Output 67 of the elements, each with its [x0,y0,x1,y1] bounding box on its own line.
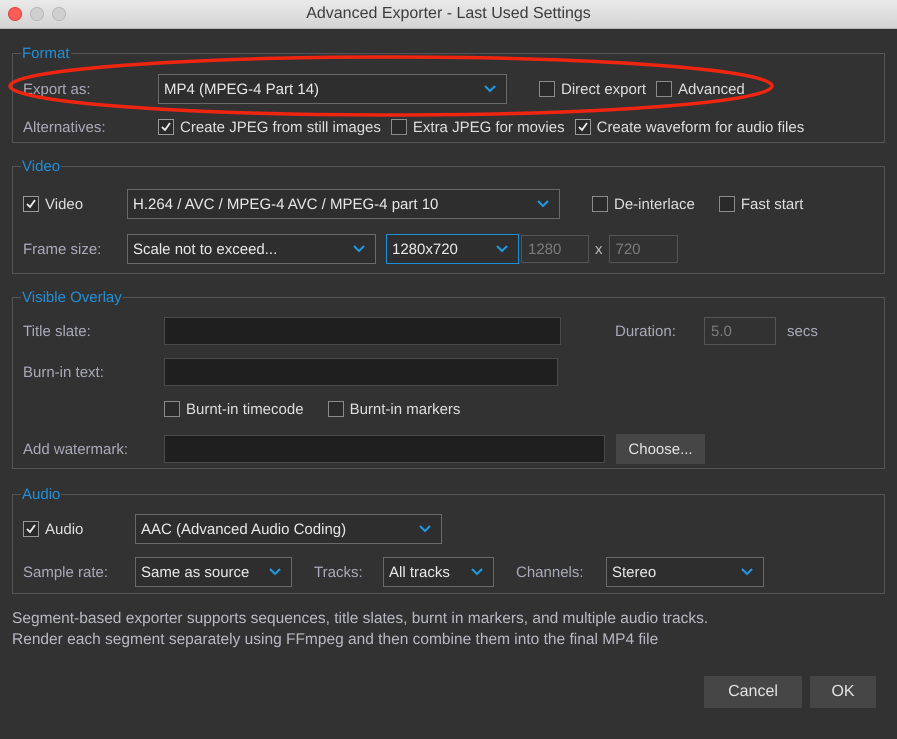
title-slate-field[interactable] [164,317,561,345]
group-legend: Format [21,45,71,62]
chevron-icon [471,568,483,576]
field-label: Duration: [615,322,677,340]
field-label: Sample rate: [23,564,110,580]
checkbox-label: Burnt-in markers [350,400,460,418]
checkbox[interactable] [23,196,39,212]
times-label: x [595,240,602,258]
chevron-icon [353,245,365,253]
checkbox-label: Burnt-in timecode [186,400,304,418]
group-legend: Audio [21,486,62,503]
dialog-button[interactable]: Cancel [704,676,802,708]
checkbox-label: Audio [45,520,84,538]
checkbox[interactable] [656,81,672,97]
close-icon[interactable] [8,7,22,21]
chevron-icon [419,525,431,533]
checkbox-label: Create JPEG from still images [180,118,381,136]
burn-in-field[interactable] [164,358,558,386]
group-legend: Visible Overlay [21,289,123,306]
checkmark-icon [576,121,589,133]
checkbox[interactable] [539,81,555,97]
dialog-button[interactable]: OK [810,676,876,708]
checkbox[interactable] [390,119,407,135]
codec-dropdown[interactable]: H.264 / AVC / MPEG-4 AVC / MPEG-4 part 10 [127,189,560,219]
chevron-icon [484,85,496,93]
checkbox-label: Advanced [678,80,745,98]
frame-size-dropdown[interactable]: Scale not to exceed... [127,234,376,264]
unit-label: secs [787,322,818,340]
checkmark-icon [160,121,172,133]
channels-dropdown[interactable]: Stereo [606,557,764,587]
checkbox-label: De-interlace [614,196,695,212]
chevron-icon [496,245,508,253]
checkbox[interactable] [23,521,39,537]
watermark-field[interactable] [164,435,605,463]
field-label: Title slate: [23,322,92,340]
checkbox[interactable] [164,401,180,417]
resolution-dropdown[interactable]: 1280x720 [386,234,519,264]
checkbox[interactable] [592,196,608,212]
audio-codec-dropdown[interactable]: AAC (Advanced Audio Coding) [135,514,442,544]
checkbox[interactable] [158,119,174,135]
chevron-icon [269,568,281,576]
checkbox-label: Video [45,196,84,212]
checkbox-label: Create waveform for audio files [596,118,804,136]
window-title: Advanced Exporter - Last Used Settings [305,5,592,23]
checkmark-icon [25,198,37,210]
sample-rate-dropdown[interactable]: Same as source [135,557,292,587]
format-dropdown[interactable]: MP4 (MPEG-4 Part 14) [158,74,507,104]
field-label: Add watermark: [23,440,130,458]
checkbox-label: Fast start [740,196,804,212]
description-text: Render each segment separately using FFmpeg and then combine them into the final MP4 file [12,630,660,650]
field-label: Tracks: [314,564,364,580]
group-legend: Video [21,158,62,175]
checkbox[interactable] [328,401,344,417]
checkbox-label: Direct export [561,80,646,98]
choose-button[interactable]: Choose... [616,434,705,464]
field-label: Channels: [516,564,585,580]
field-label: Frame size: [23,240,102,258]
description-text: Segment-based exporter supports sequences, title slates, burnt in markers, and multiple audio tracks. [12,609,710,629]
checkbox-label: Extra JPEG for movies [412,118,565,136]
tracks-dropdown[interactable]: All tracks [383,557,494,587]
checkbox[interactable] [718,196,735,212]
checkbox[interactable] [574,119,591,135]
checkmark-icon [25,523,37,535]
chevron-icon [537,200,549,208]
field-label: Burn-in text: [23,364,105,380]
chevron-icon [741,568,753,576]
field-label: Alternatives: [23,118,107,136]
